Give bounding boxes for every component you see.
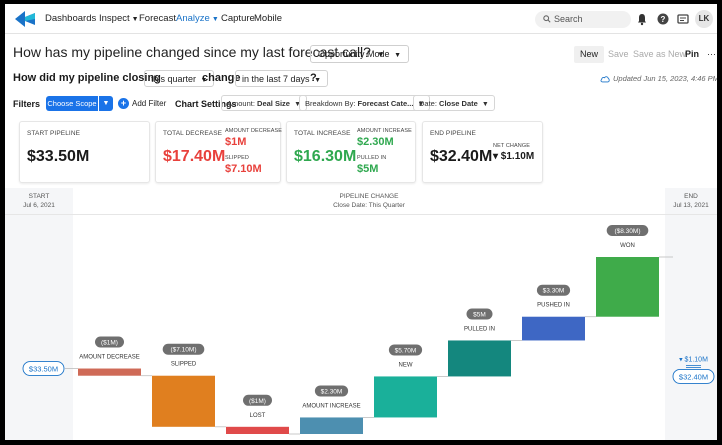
nav-mobile[interactable]: Mobile [254, 13, 282, 24]
filters-label: Filters [13, 99, 41, 109]
search-input[interactable]: Search [535, 11, 631, 28]
amount-increase-value: $2.30M [357, 136, 394, 148]
category-label: WON [620, 243, 635, 249]
start-pipeline-value: $33.50M [27, 148, 90, 165]
value-label: ($7.10M) [170, 347, 196, 354]
value-label: $5.70M [395, 347, 417, 354]
help-icon[interactable]: ? [656, 12, 670, 26]
nav-inspect[interactable]: Inspect ▼ [99, 13, 139, 24]
slipped-value: $7.10M [225, 163, 262, 175]
bar-lost [226, 426, 289, 434]
settings-icon[interactable] [676, 12, 690, 26]
nav-analyze[interactable]: Analyze ▼ [176, 13, 219, 24]
net-change-value: ▾ $1.10M [493, 151, 535, 162]
new-button[interactable]: New [574, 46, 605, 63]
pulled-in-value: $5M [357, 163, 379, 175]
bar-pulled-in [448, 340, 511, 377]
cloud-icon [600, 76, 610, 83]
breakdown-setting[interactable]: Breakdown By: Forecast Cate... ▼ [299, 95, 431, 111]
avatar[interactable]: LK [695, 10, 713, 28]
date-setting[interactable]: Date: Close Date ▼ [413, 95, 495, 111]
top-nav: Dashboards Inspect ▼ Forecast Analyze ▼ Ca… [5, 4, 717, 34]
bar-amount-decrease [78, 368, 141, 376]
nav-forecast[interactable]: Forecast [139, 13, 176, 24]
more-menu-button[interactable]: ··· [701, 46, 717, 63]
start-pipeline-card: START PIPELINE $33.50M [19, 121, 150, 183]
end-value-label: $32.40M [679, 372, 708, 381]
total-decrease-value: $17.40M [163, 148, 226, 165]
category-label: AMOUNT INCREASE [302, 403, 360, 409]
end-pipeline-value: $32.40M [430, 148, 493, 165]
bar-slipped [152, 375, 215, 427]
value-label: $5M [473, 311, 486, 318]
category-label: PUSHED IN [537, 303, 570, 309]
bell-icon[interactable] [635, 12, 649, 26]
category-label: LOST [250, 413, 266, 419]
svg-text:?: ? [661, 15, 666, 24]
total-increase-card: TOTAL INCREASE $16.30M AMOUNT INCREASE $… [286, 121, 416, 183]
waterfall-chart: START Jul 6, 2021 PIPELINE CHANGE Close … [5, 188, 717, 440]
amount-setting[interactable]: Amount: Deal Size ▼ [221, 95, 307, 111]
category-label: NEW [399, 362, 413, 368]
bar-pushed-in [522, 316, 585, 341]
question-suffix: ? [310, 72, 317, 84]
chevron-down-icon: ▼ [211, 16, 219, 23]
mode-select[interactable]: Opportunity Mode ▼ [310, 45, 409, 63]
chevron-down-icon: ▼ [481, 101, 489, 108]
category-label: SLIPPED [171, 362, 197, 368]
chart-canvas: ($1M) AMOUNT DECREASE ($7.10M) SLIPPED ($1M)… [22, 225, 715, 435]
net-change-label: ▾ $1.10M [679, 356, 708, 363]
value-label: ($8.30M) [614, 228, 640, 235]
value-label: $3.30M [543, 288, 565, 295]
amount-decrease-value: $1M [225, 136, 247, 148]
updated-timestamp: Updated Jun 15, 2023, 4:46 PM CDT [600, 74, 717, 83]
chevron-down-icon: ▼ [394, 52, 401, 59]
end-pipeline-card: END PIPELINE $32.40M NET CHANGE ▾ $1.10M [422, 121, 543, 183]
value-label: $2.30M [321, 388, 343, 395]
category-label: AMOUNT DECREASE [79, 355, 140, 361]
add-filter-button[interactable]: Add Filter [132, 99, 166, 108]
value-label: ($1M) [101, 340, 118, 347]
logo-icon[interactable] [13, 9, 37, 29]
total-decrease-card: TOTAL DECREASE $17.40M AMOUNT DECREASE $… [155, 121, 282, 183]
total-increase-value: $16.30M [294, 148, 357, 165]
nav-dashboards[interactable]: Dashboards [45, 13, 96, 24]
bar-new [374, 376, 437, 418]
chevron-down-icon[interactable]: ▼ [99, 96, 113, 111]
start-value-label: $33.50M [29, 365, 58, 374]
category-label: PULLED IN [464, 326, 495, 332]
plus-icon[interactable]: + [118, 98, 129, 109]
app-window: Dashboards Inspect ▼ Forecast Analyze ▼ Ca… [5, 4, 717, 440]
search-icon [543, 15, 551, 23]
bar-amount-increase [300, 417, 363, 434]
choose-scope-button[interactable]: Choose Scope [46, 96, 98, 111]
bar-won [596, 257, 659, 317]
value-label: ($1M) [249, 398, 266, 405]
question-prefix: How did my pipeline closing [13, 72, 161, 84]
nav-capture[interactable]: Capture [221, 13, 255, 24]
title-separator: · [298, 50, 301, 60]
chevron-down-icon: ▼ [131, 16, 139, 23]
